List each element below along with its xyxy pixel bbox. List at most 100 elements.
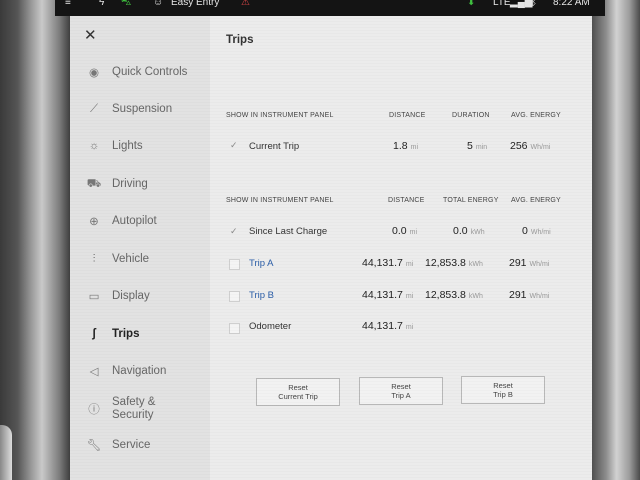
trip-b-label[interactable]: Trip B (249, 290, 274, 301)
sidebar-item-label: Display (112, 290, 150, 302)
odometer-distance: 44,131.7 mi (362, 320, 413, 332)
sidebar-item-label: Suspension (112, 103, 173, 115)
button-line1: Reset (288, 383, 308, 392)
shield-icon: ⓘ (88, 404, 100, 416)
current-trip-energy-value: 256 (510, 140, 528, 152)
duration-unit: min (475, 144, 488, 151)
header-show-in-panel: SHOW IN INSTRUMENT PANEL (226, 112, 334, 119)
suspension-icon: ⟋ (89, 102, 99, 115)
sidebar-item-driving[interactable]: ⛟ Driving (84, 171, 208, 197)
sidebar-item-label: Navigation (112, 365, 167, 377)
trip-a-distance: 44,131.7 mi (362, 257, 413, 269)
current-trip-distance-value: 1.8 (393, 140, 408, 152)
sidebar-item-service[interactable]: 🔧︎ Service (84, 432, 208, 458)
distance-unit: mi (409, 229, 417, 236)
odometer-checkbox[interactable] (229, 323, 240, 334)
reset-trip-a-button[interactable]: Reset Trip A (359, 377, 443, 405)
sidebar-item-label: Autopilot (112, 215, 157, 227)
distance-unit: mi (405, 261, 414, 268)
sidebar-item-safety-security[interactable]: ⓘ Safety & Security (84, 394, 208, 424)
header-distance-2: DISTANCE (388, 197, 425, 204)
trip-a-total-value: 12,853.8 (425, 257, 466, 269)
reset-trip-b-button[interactable]: Reset Trip B (461, 376, 545, 404)
total-unit: kWh (470, 229, 485, 236)
download-icon: ⬇ (467, 0, 476, 8)
trip-b-distance-value: 44,131.7 (362, 289, 403, 301)
trip-b-total-value: 12,853.8 (425, 289, 466, 301)
quick-controls-icon: ◉ (88, 67, 100, 79)
trip-b-energy: 291 Wh/mi (509, 289, 549, 301)
sidebar-item-vehicle[interactable]: ⫶ Vehicle (84, 246, 208, 272)
vehicle-green-icon: ⛍ (121, 0, 132, 8)
door-knob (0, 425, 12, 480)
distance-unit: mi (405, 293, 414, 300)
header-total-energy: TOTAL ENERGY (443, 197, 499, 204)
reset-current-trip-button[interactable]: Reset Current Trip (256, 378, 340, 406)
trips-icon: ʃ (92, 328, 96, 340)
current-trip-distance: 1.8 mi (393, 140, 418, 152)
total-unit: kWh (468, 293, 483, 300)
sidebar-item-quick-controls[interactable]: ◉ Quick Controls (84, 59, 208, 85)
sidebar-item-navigation[interactable]: ◁ Navigation (84, 358, 208, 384)
sidebar-item-display[interactable]: ▭ Display (84, 283, 208, 309)
sidebar-item-label: Safety & Security (112, 396, 155, 422)
trip-a-checkbox[interactable] (229, 259, 240, 270)
header-avg-energy-2: AVG. ENERGY (511, 197, 561, 204)
lightning-icon: ϟ (99, 0, 105, 8)
bluetooth-icon: ᛒ (531, 0, 537, 8)
page-title: Trips (226, 34, 254, 46)
button-line2: Trip B (493, 390, 513, 399)
sidebar-item-suspension[interactable]: ⟋ Suspension (84, 96, 208, 122)
clock: 8:22 AM (553, 0, 590, 8)
distance-unit: mi (410, 144, 418, 151)
trip-b-checkbox[interactable] (229, 291, 240, 302)
total-unit: kWh (468, 261, 483, 268)
sidebar-item-label: Lights (112, 140, 143, 152)
trip-a-label[interactable]: Trip A (249, 258, 273, 269)
header-show-in-panel-2: SHOW IN INSTRUMENT PANEL (226, 197, 334, 204)
odometer-distance-value: 44,131.7 (362, 320, 403, 332)
since-last-charge-distance: 0.0 mi (392, 225, 417, 237)
trip-a-energy-value: 291 (509, 257, 527, 269)
button-line2: Current Trip (278, 392, 318, 401)
current-trip-label: Current Trip (249, 141, 300, 152)
sidebar-item-lights[interactable]: ☼ Lights (84, 133, 208, 159)
energy-unit: Wh/mi (530, 229, 551, 236)
wrench-icon: 🔧︎ (86, 440, 102, 452)
button-line1: Reset (391, 382, 411, 391)
alert-icon[interactable]: ⚠ (241, 0, 250, 9)
sidebar-item-trips[interactable]: ʃ Trips (84, 321, 208, 347)
trips-panel: Trips SHOW IN INSTRUMENT PANEL DISTANCE … (210, 16, 592, 480)
since-last-charge-total: 0.0 kWh (453, 225, 485, 237)
status-bar: ≡ ϟ ⛍ ☺ Easy Entry ⚠ ⬇ LTE ▂▄▆ ᛒ 8:22 AM (55, 0, 605, 16)
energy-unit: Wh/mi (529, 293, 550, 300)
current-trip-duration-value: 5 (467, 140, 473, 152)
header-distance: DISTANCE (389, 112, 426, 119)
menu-icon[interactable]: ≡ (65, 0, 71, 9)
sidebar-item-label: Service (112, 439, 151, 451)
trip-b-distance: 44,131.7 mi (362, 289, 413, 301)
sidebar-item-autopilot[interactable]: ⊕ Autopilot (84, 208, 208, 234)
sliders-icon: ⫶ (92, 252, 96, 265)
since-last-charge-total-value: 0.0 (453, 225, 468, 237)
sidebar-item-label: Quick Controls (112, 66, 188, 78)
display-icon: ▭ (88, 291, 100, 303)
trip-b-energy-value: 291 (509, 289, 527, 301)
energy-unit: Wh/mi (530, 144, 551, 151)
trip-a-distance-value: 44,131.7 (362, 257, 403, 269)
current-trip-checkbox[interactable]: ✓ (230, 140, 238, 151)
sidebar-item-label: Driving (112, 178, 148, 190)
right-bezel (588, 0, 640, 480)
button-line2: Trip A (391, 391, 411, 400)
sidebar-item-label: Vehicle (112, 253, 150, 265)
sidebar-item-label: Trips (112, 328, 140, 340)
lights-icon: ☼ (88, 140, 100, 152)
energy-unit: Wh/mi (529, 261, 550, 268)
since-last-charge-checkbox[interactable]: ✓ (230, 226, 238, 237)
close-icon[interactable]: ✕ (84, 26, 97, 44)
trip-a-energy: 291 Wh/mi (509, 257, 549, 269)
sidebar-item-label-line2: Security (112, 409, 154, 421)
header-duration: DURATION (452, 112, 490, 119)
since-last-charge-energy: 0 Wh/mi (522, 225, 551, 237)
left-bezel (0, 0, 70, 480)
